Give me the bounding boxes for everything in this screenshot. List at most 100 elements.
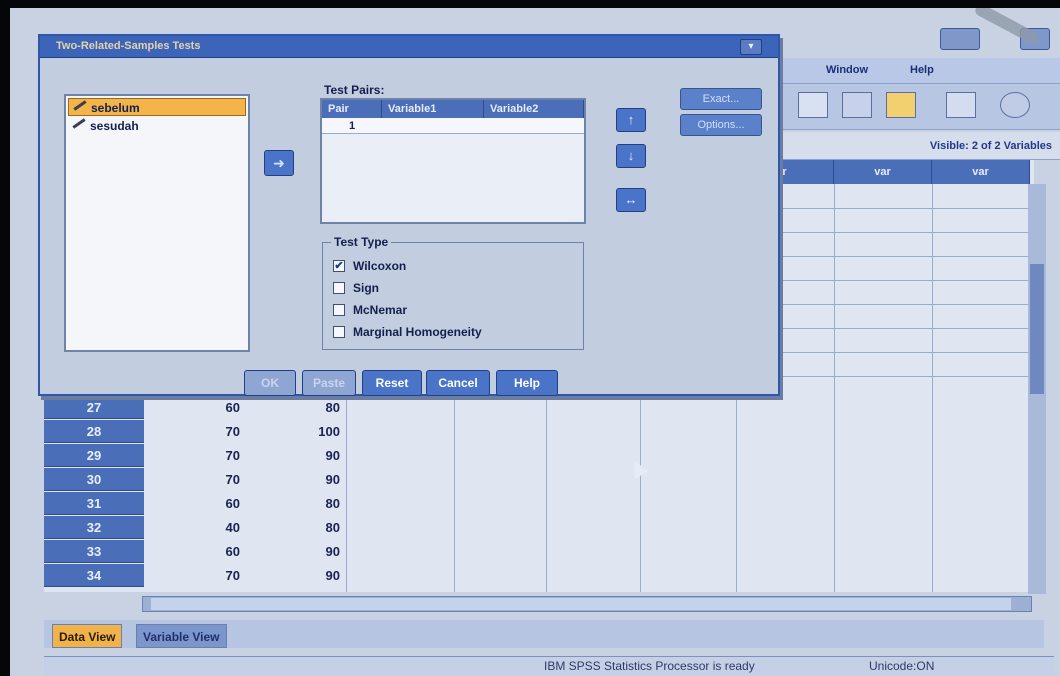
table-row: 32 40 80 [44, 516, 1034, 539]
swap-button[interactable]: ↔ [616, 188, 646, 212]
toolbar [770, 84, 1060, 130]
cell-sebelum[interactable]: 40 [144, 516, 246, 539]
options-button[interactable]: Options... [680, 114, 762, 136]
table-row: 28 70 100 [44, 420, 1034, 443]
menu-help[interactable]: Help [910, 64, 934, 76]
visible-vars-text: Visible: 2 of 2 Variables [929, 140, 1052, 152]
checkbox-icon [333, 304, 345, 316]
checkbox-sign[interactable]: Sign [333, 279, 379, 297]
column-header-var[interactable]: var [932, 160, 1030, 184]
status-bar: IBM SPSS Statistics Processor is ready U… [44, 656, 1054, 676]
test-pairs-table[interactable]: Pair Variable1 Variable2 1 [320, 98, 586, 224]
scale-variable-icon [72, 118, 86, 129]
move-up-button[interactable]: ↑ [616, 108, 646, 132]
exact-button[interactable]: Exact... [680, 88, 762, 110]
ok-button[interactable]: OK [244, 370, 296, 396]
cell-sesudah[interactable]: 80 [246, 492, 346, 515]
table-row: 29 70 90 [44, 444, 1034, 467]
reset-button[interactable]: Reset [362, 370, 422, 396]
cell-sebelum[interactable]: 60 [144, 492, 246, 515]
vertical-scrollbar[interactable] [1028, 184, 1046, 594]
cell-sebelum[interactable]: 70 [144, 468, 246, 491]
scroll-thumb[interactable] [1030, 264, 1044, 394]
cell-sesudah[interactable]: 100 [246, 420, 346, 443]
table-row: 31 60 80 [44, 492, 1034, 515]
column-header-variable1: Variable1 [382, 100, 484, 118]
checkbox-wilcoxon[interactable]: ✔ Wilcoxon [333, 257, 406, 275]
row-number[interactable]: 30 [44, 468, 144, 491]
table-row: 33 60 90 [44, 540, 1034, 563]
status-text: IBM SPSS Statistics Processor is ready [544, 659, 755, 673]
help-button[interactable]: Help [496, 370, 558, 396]
arrow-down-icon: ↓ [627, 148, 635, 163]
unicode-status: Unicode:ON [869, 659, 935, 673]
chevron-down-icon[interactable]: ▾ [740, 39, 762, 55]
checkbox-label: McNemar [353, 303, 408, 317]
table-icon[interactable] [798, 92, 828, 118]
row-number[interactable]: 28 [44, 420, 144, 443]
row-number[interactable]: 29 [44, 444, 144, 467]
column-header-variable2: Variable2 [484, 100, 584, 118]
test-type-group: Test Type ✔ Wilcoxon Sign McNemar Margin… [322, 235, 584, 350]
variable-list[interactable]: sebelum sesudah [64, 94, 250, 352]
row-number[interactable]: 31 [44, 492, 144, 515]
cell-sesudah[interactable]: 90 [246, 540, 346, 563]
arrow-up-icon: ↑ [627, 112, 635, 127]
dialog-titlebar[interactable]: Two-Related-Samples Tests ▾ [40, 36, 778, 58]
list-item[interactable]: sebelum [68, 98, 246, 116]
cell-sebelum[interactable]: 70 [144, 420, 246, 443]
move-down-button[interactable]: ↓ [616, 144, 646, 168]
arrow-right-icon: ➜ [273, 155, 285, 171]
checkmark-icon: ✔ [333, 260, 345, 272]
row-number[interactable]: 27 [44, 396, 144, 419]
value-labels-icon[interactable] [946, 92, 976, 118]
list-item[interactable]: sesudah [68, 117, 246, 135]
circle-icon[interactable] [1000, 92, 1030, 118]
tab-variable-view[interactable]: Variable View [136, 624, 227, 648]
two-related-samples-dialog: Two-Related-Samples Tests ▾ sebelum sesu… [38, 34, 780, 396]
grid-icon[interactable] [886, 92, 916, 118]
table-row[interactable]: 1 [322, 118, 584, 134]
move-variable-button[interactable]: ➜ [264, 150, 294, 176]
cell-sesudah[interactable]: 80 [246, 516, 346, 539]
checkbox-icon [333, 326, 345, 338]
tab-data-view[interactable]: Data View [52, 624, 123, 648]
horizontal-scrollbar[interactable] [142, 596, 1032, 612]
checkbox-mcnemar[interactable]: McNemar [333, 301, 407, 319]
row-number[interactable]: 34 [44, 564, 144, 587]
table-row: 34 70 90 [44, 564, 1034, 587]
checkbox-marginal-homogeneity[interactable]: Marginal Homogeneity [333, 323, 482, 341]
cell-sebelum[interactable]: 60 [144, 396, 246, 419]
row-number[interactable]: 33 [44, 540, 144, 563]
test-pairs-label: Test Pairs: [324, 83, 385, 97]
checkbox-label: Marginal Homogeneity [353, 325, 482, 339]
cell-sebelum[interactable]: 60 [144, 540, 246, 563]
minimize-button[interactable] [940, 28, 980, 50]
paste-button[interactable]: Paste [302, 370, 356, 396]
scroll-thumb[interactable] [151, 598, 1011, 610]
cell-sesudah[interactable]: 90 [246, 468, 346, 491]
cell-sebelum[interactable]: 70 [144, 444, 246, 467]
table-row: 27 60 80 [44, 396, 1034, 419]
swap-icon: ↔ [624, 192, 638, 207]
cell-sesudah[interactable]: 90 [246, 564, 346, 587]
photo-background: Window Help Visible: 2 of 2 Variables r … [0, 0, 1060, 676]
cell-sesudah[interactable]: 90 [246, 444, 346, 467]
menu-window[interactable]: Window [826, 64, 868, 76]
test-type-legend: Test Type [331, 235, 392, 249]
dialog-title: Two-Related-Samples Tests [56, 40, 201, 52]
checkbox-icon [333, 282, 345, 294]
scale-icon[interactable] [842, 92, 872, 118]
cell-sebelum[interactable]: 70 [144, 564, 246, 587]
stylus-photo-object [973, 8, 1041, 46]
variable-label: sesudah [90, 119, 139, 133]
table-row: 30 70 90 [44, 468, 1034, 491]
pair-number: 1 [348, 120, 356, 132]
column-header-pair: Pair [322, 100, 382, 118]
visible-vars-bar: Visible: 2 of 2 Variables [770, 132, 1060, 160]
cell-sesudah[interactable]: 80 [246, 396, 346, 419]
variable-label: sebelum [91, 101, 140, 115]
column-header-var[interactable]: var [834, 160, 932, 184]
row-number[interactable]: 32 [44, 516, 144, 539]
cancel-button[interactable]: Cancel [426, 370, 490, 396]
